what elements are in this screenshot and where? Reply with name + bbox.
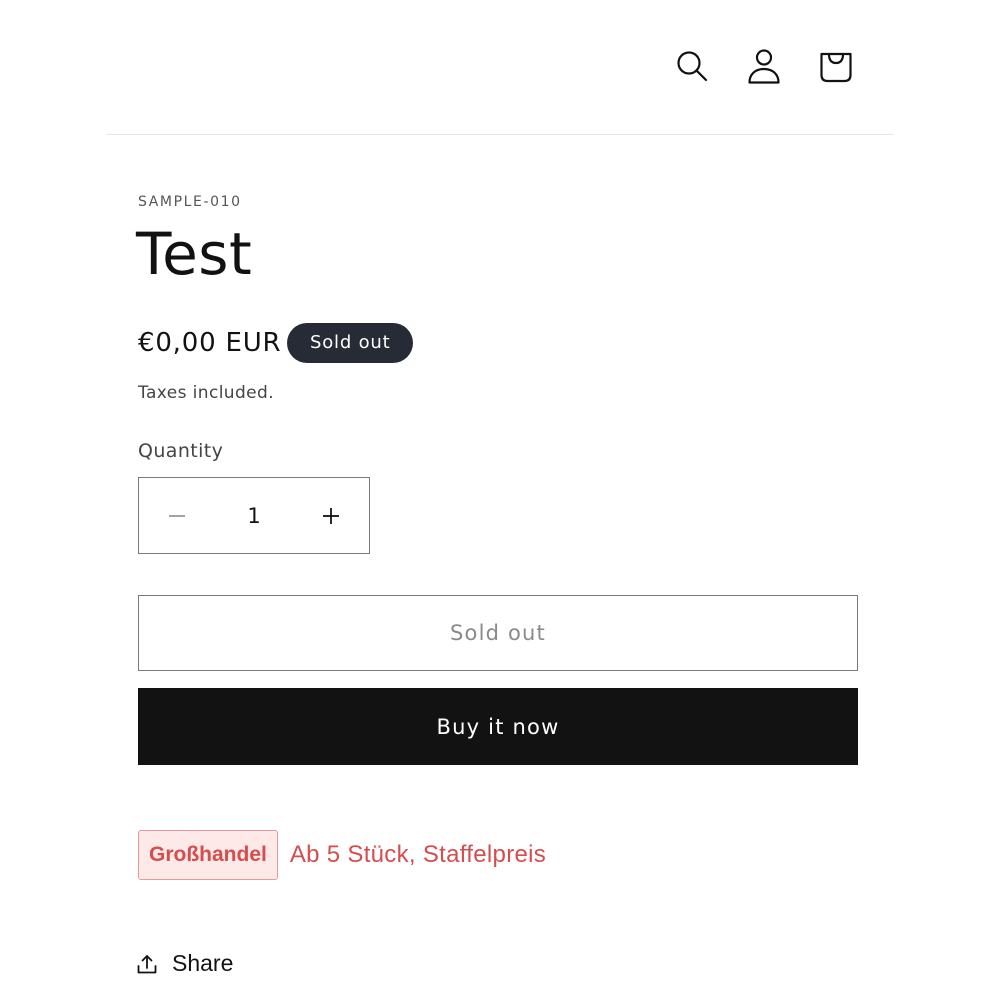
quantity-stepper — [138, 477, 370, 554]
taxes-note: Taxes included. — [138, 383, 275, 403]
quantity-input[interactable] — [215, 503, 293, 528]
product-title: Test — [136, 220, 253, 288]
buy-it-now-button[interactable]: Buy it now — [138, 688, 858, 765]
product-price: €0,00 EUR — [138, 328, 282, 358]
search-icon[interactable] — [672, 46, 712, 86]
product-sku: SAMPLE-010 — [138, 194, 242, 210]
wholesale-notice: Großhandel Ab 5 Stück, Staffelpreis — [138, 830, 546, 880]
quantity-label: Quantity — [138, 440, 224, 462]
quantity-increase-button[interactable] — [293, 478, 369, 553]
account-icon[interactable] — [744, 46, 784, 86]
minus-icon — [169, 514, 185, 517]
sold-out-button[interactable]: Sold out — [138, 595, 858, 671]
share-icon — [137, 954, 157, 973]
sold-out-badge: Sold out — [287, 323, 414, 363]
wholesale-tag: Großhandel — [138, 830, 278, 880]
share-button[interactable]: Share — [136, 950, 233, 977]
wholesale-text: Ab 5 Stück, Staffelpreis — [289, 841, 547, 868]
plus-icon — [323, 507, 339, 524]
site-header — [106, 0, 894, 135]
share-label: Share — [172, 950, 234, 976]
cart-icon[interactable] — [816, 46, 856, 86]
quantity-decrease-button[interactable] — [139, 478, 215, 553]
